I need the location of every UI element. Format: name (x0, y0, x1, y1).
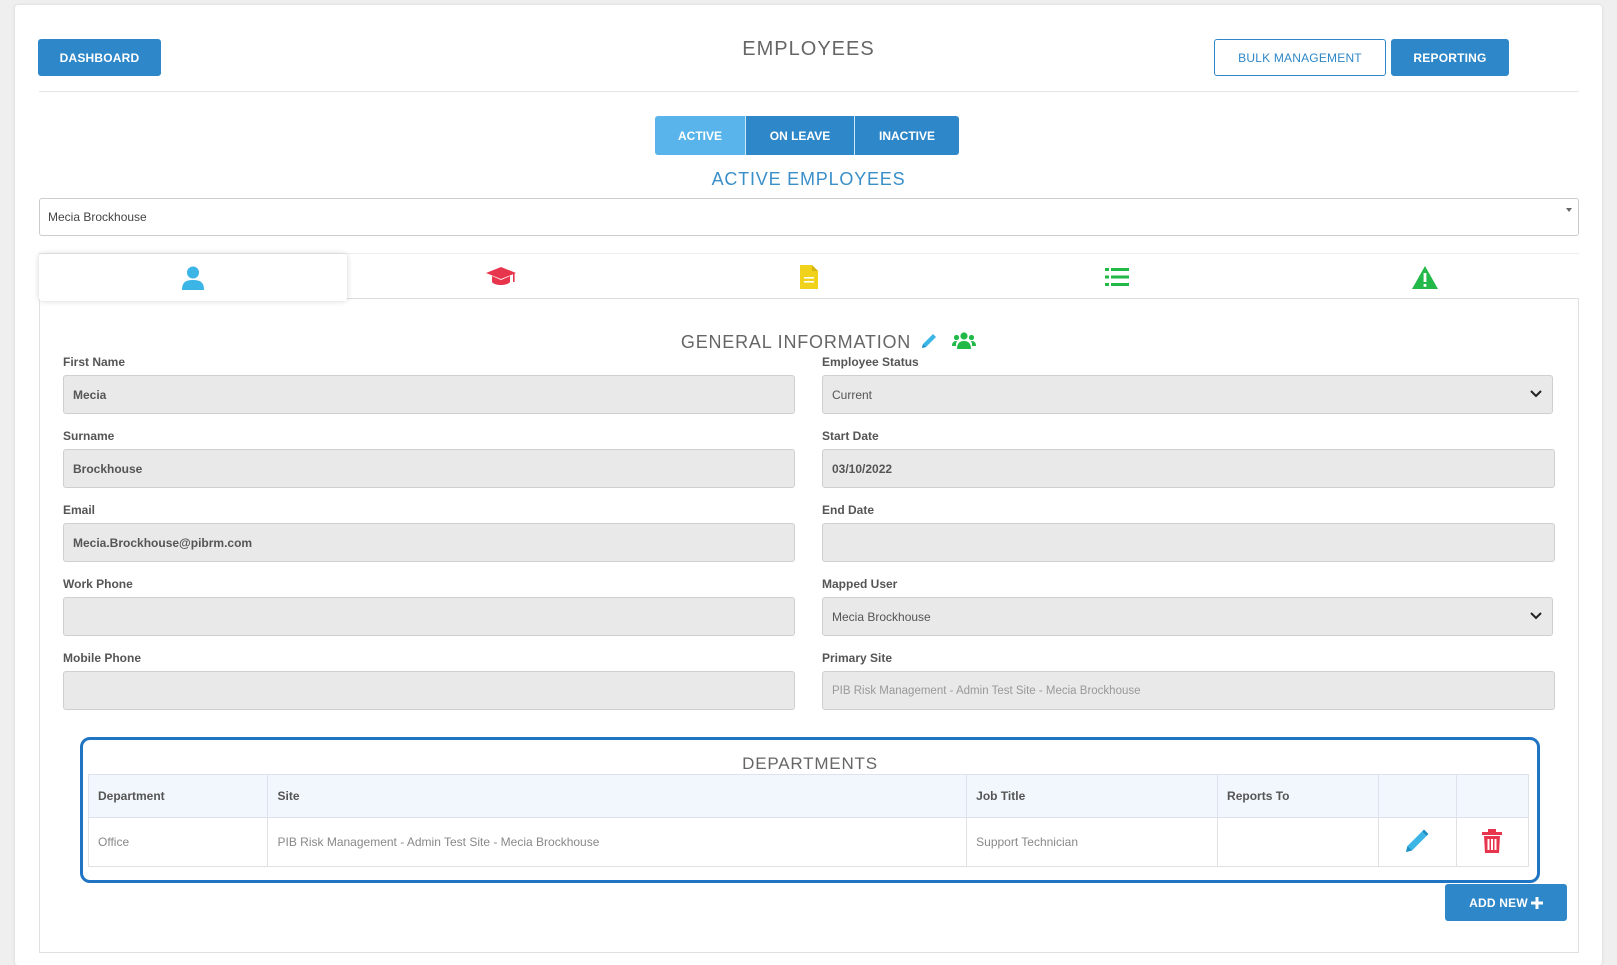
primary-site-field[interactable]: PIB Risk Management - Admin Test Site - … (822, 671, 1555, 710)
tab-general-information[interactable] (39, 254, 347, 301)
chevron-down-icon (1566, 208, 1572, 212)
delete-cell (1456, 817, 1529, 867)
site-cell: PIB Risk Management - Admin Test Site - … (267, 817, 968, 867)
employee-icon-tabs (39, 253, 1579, 301)
bulk-management-button[interactable]: BULK MANAGEMENT (1214, 39, 1386, 76)
status-tabs: ACTIVE ON LEAVE INACTIVE (655, 116, 959, 155)
mapped-user-select[interactable]: Mecia Brockhouse (822, 597, 1553, 636)
column-header: Department (87, 774, 269, 818)
department-cell: Office (87, 817, 269, 867)
add-new-label: ADD NEW (1469, 895, 1528, 910)
email-label: Email (63, 503, 96, 517)
column-header (1456, 774, 1529, 818)
warning-icon (1412, 265, 1438, 289)
active-employees-title: ACTIVE EMPLOYEES (711, 169, 906, 189)
mobile-phone-label: Mobile Phone (63, 651, 141, 665)
work-phone-field[interactable] (63, 597, 795, 636)
header-divider (39, 91, 1579, 92)
start-date-field[interactable]: 03/10/2022 (822, 449, 1555, 488)
employee-status-value: Current (832, 387, 873, 402)
edit-icon[interactable] (1404, 828, 1430, 854)
tab-warnings[interactable] (1271, 254, 1579, 300)
employee-status-select[interactable]: Current (822, 375, 1553, 414)
chevron-down-icon (1530, 612, 1542, 620)
edit-icon[interactable] (920, 332, 938, 350)
reports-to-cell (1217, 817, 1380, 867)
employee-select-value: Mecia Brockhouse (48, 210, 147, 224)
graduation-cap-icon (486, 267, 516, 285)
employees-card: DASHBOARD EMPLOYEES BULK MANAGEMENT REPO… (15, 5, 1602, 965)
employee-select[interactable]: Mecia Brockhouse (39, 198, 1579, 236)
end-date-field[interactable] (822, 523, 1555, 562)
user-icon (182, 266, 204, 290)
surname-field[interactable]: Brockhouse (63, 449, 795, 488)
employee-status-label: Employee Status (822, 355, 919, 369)
trash-icon[interactable] (1482, 828, 1503, 853)
mobile-phone-field[interactable] (63, 671, 795, 710)
mapped-user-value: Mecia Brockhouse (832, 609, 931, 624)
general-information-actions (920, 332, 976, 350)
column-header (1378, 774, 1458, 818)
group-icon[interactable] (952, 332, 976, 349)
edit-cell (1378, 817, 1458, 867)
mapped-user-label: Mapped User (822, 577, 898, 591)
list-icon (1105, 268, 1129, 286)
chevron-down-icon (1530, 390, 1542, 398)
table-row: Office PIB Risk Management - Admin Test … (87, 817, 1529, 867)
tab-on-leave[interactable]: ON LEAVE (746, 116, 854, 155)
work-phone-label: Work Phone (63, 577, 133, 591)
tab-documents[interactable] (655, 254, 963, 300)
general-information-panel: GENERAL INFORMATION First Name Mecia Sur… (39, 299, 1579, 953)
job-title-cell: Support Technician (966, 817, 1219, 867)
first-name-field[interactable]: Mecia (63, 375, 795, 414)
departments-section: DEPARTMENTS Department Site Job Title Re… (80, 737, 1540, 883)
tab-active[interactable]: ACTIVE (655, 116, 745, 155)
column-header: Job Title (966, 774, 1219, 818)
primary-site-label: Primary Site (822, 651, 893, 665)
tab-training[interactable] (347, 254, 655, 300)
email-field[interactable]: Mecia.Brockhouse@pibrm.com (63, 523, 795, 562)
tab-list[interactable] (963, 254, 1271, 300)
column-header: Site (267, 774, 968, 818)
document-icon (800, 265, 818, 289)
start-date-label: Start Date (822, 429, 879, 443)
end-date-label: End Date (822, 503, 875, 517)
general-information-title: GENERAL INFORMATION (680, 332, 912, 352)
table-header-row: Department Site Job Title Reports To (87, 774, 1529, 818)
first-name-label: First Name (63, 355, 126, 369)
reporting-button[interactable]: REPORTING (1391, 39, 1509, 76)
surname-label: Surname (63, 429, 115, 443)
plus-icon (1530, 896, 1543, 909)
tab-inactive[interactable]: INACTIVE (855, 116, 959, 155)
departments-title: DEPARTMENTS (742, 754, 878, 773)
departments-table: Department Site Job Title Reports To Off… (87, 774, 1529, 867)
column-header: Reports To (1217, 774, 1380, 818)
add-new-button[interactable]: ADD NEW (1445, 884, 1567, 921)
